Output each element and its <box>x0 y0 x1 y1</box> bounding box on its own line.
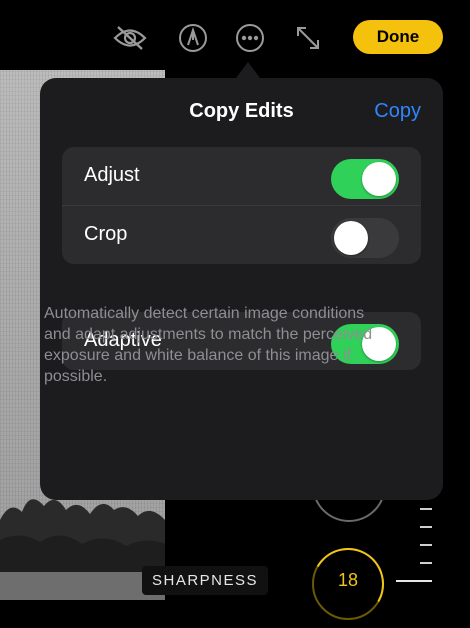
adjustment-ruler[interactable] <box>420 500 436 600</box>
adjust-toggle[interactable] <box>331 159 399 199</box>
copy-edits-popover: Copy Edits Copy Adjust Crop Adaptive <box>40 78 443 500</box>
crop-toggle[interactable] <box>331 218 399 258</box>
more-icon[interactable] <box>232 20 268 56</box>
done-button[interactable]: Done <box>353 20 443 54</box>
adjustment-label: SHARPNESS <box>142 566 269 595</box>
top-toolbar: Done <box>0 0 470 70</box>
hide-icon[interactable] <box>112 20 148 56</box>
copy-button[interactable]: Copy <box>374 100 421 123</box>
option-label-adjust: Adjust <box>84 164 140 186</box>
slider-indicator <box>396 580 432 582</box>
edit-options-group: Adjust Crop <box>62 147 421 264</box>
resize-icon[interactable] <box>290 20 326 56</box>
adaptive-description: Automatically detect certain image condi… <box>44 305 373 385</box>
popover-pointer <box>236 62 260 78</box>
option-row-crop: Crop <box>62 205 421 264</box>
markup-icon[interactable] <box>175 20 211 56</box>
option-row-adjust: Adjust <box>62 147 421 205</box>
toggle-knob <box>334 221 368 255</box>
dial-value-text: 18 <box>337 570 359 590</box>
option-label-crop: Crop <box>84 223 128 245</box>
toggle-knob <box>362 162 396 196</box>
